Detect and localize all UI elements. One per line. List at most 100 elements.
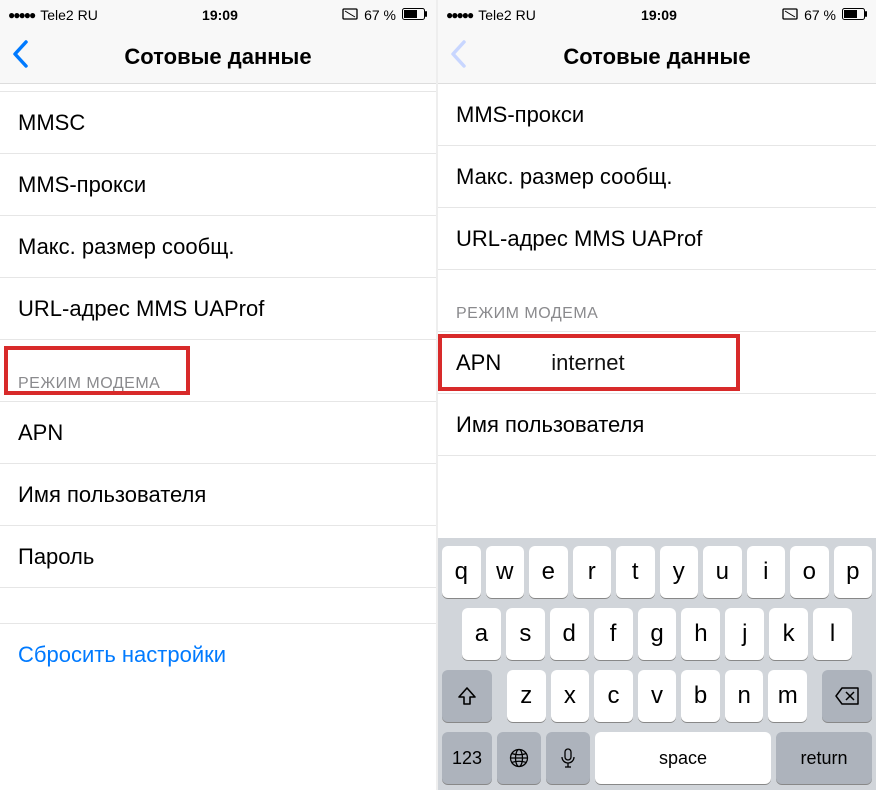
key-u[interactable]: u bbox=[703, 546, 742, 598]
key-shift[interactable] bbox=[442, 670, 492, 722]
key-p[interactable]: p bbox=[834, 546, 873, 598]
key-l[interactable]: l bbox=[813, 608, 852, 660]
key-d[interactable]: d bbox=[550, 608, 589, 660]
phone-right: ●●●●● Tele2 RU 19:09 67 % Сотовые данные… bbox=[438, 0, 876, 790]
key-k[interactable]: k bbox=[769, 608, 808, 660]
key-g[interactable]: g bbox=[638, 608, 677, 660]
key-mic[interactable] bbox=[546, 732, 590, 784]
nav-bar: Сотовые данные bbox=[0, 30, 436, 84]
carrier-label: Tele2 RU bbox=[478, 7, 536, 23]
key-h[interactable]: h bbox=[681, 608, 720, 660]
back-button[interactable] bbox=[6, 40, 34, 74]
status-right: 67 % bbox=[342, 7, 428, 24]
key-return[interactable]: return bbox=[776, 732, 872, 784]
kb-row-1: qwertyuiop bbox=[442, 546, 872, 598]
rotation-lock-icon bbox=[342, 7, 358, 24]
key-a[interactable]: a bbox=[462, 608, 501, 660]
label-apn: APN bbox=[456, 350, 501, 376]
section-header-modem: РЕЖИМ МОДЕМА bbox=[0, 340, 436, 402]
key-z[interactable]: z bbox=[507, 670, 546, 722]
settings-list: MMSC MMS-прокси Макс. размер сообщ. URL-… bbox=[0, 84, 436, 790]
key-b[interactable]: b bbox=[681, 670, 720, 722]
status-bar: ●●●●● Tele2 RU 19:09 67 % bbox=[438, 0, 876, 30]
kb-row-4: 123 space return bbox=[442, 732, 872, 784]
status-right: 67 % bbox=[782, 7, 868, 24]
key-o[interactable]: o bbox=[790, 546, 829, 598]
page-title: Сотовые данные bbox=[124, 44, 311, 70]
battery-icon bbox=[402, 7, 428, 23]
key-w[interactable]: w bbox=[486, 546, 525, 598]
section-header-text: РЕЖИМ МОДЕМА bbox=[18, 375, 160, 393]
rotation-lock-icon bbox=[782, 7, 798, 24]
label-ua-prof: URL-адрес MMS UAProf bbox=[18, 296, 264, 322]
key-globe[interactable] bbox=[497, 732, 541, 784]
battery-percent: 67 % bbox=[804, 7, 836, 23]
label-max-size: Макс. размер сообщ. bbox=[18, 234, 234, 260]
signal-icon: ●●●●● bbox=[8, 8, 34, 22]
status-time: 19:09 bbox=[641, 7, 677, 23]
reset-button[interactable]: Сбросить настройки bbox=[0, 624, 436, 686]
row-apn[interactable]: APN bbox=[0, 402, 436, 464]
key-123-label: 123 bbox=[452, 748, 482, 769]
key-space[interactable]: space bbox=[595, 732, 771, 784]
row-max-size[interactable]: Макс. размер сообщ. bbox=[438, 146, 876, 208]
row-username[interactable]: Имя пользователя bbox=[0, 464, 436, 526]
row-apn[interactable]: APN internet bbox=[438, 332, 876, 394]
battery-percent: 67 % bbox=[364, 7, 396, 23]
key-e[interactable]: e bbox=[529, 546, 568, 598]
label-mmsc: MMSC bbox=[18, 110, 85, 136]
section-header-text: РЕЖИМ МОДЕМА bbox=[456, 305, 598, 323]
battery-icon bbox=[842, 7, 868, 23]
settings-list: MMS-прокси Макс. размер сообщ. URL-адрес… bbox=[438, 84, 876, 538]
key-c[interactable]: c bbox=[594, 670, 633, 722]
section-header-modem: РЕЖИМ МОДЕМА bbox=[438, 270, 876, 332]
key-t[interactable]: t bbox=[616, 546, 655, 598]
row-max-size[interactable]: Макс. размер сообщ. bbox=[0, 216, 436, 278]
key-space-label: space bbox=[659, 748, 707, 769]
key-return-label: return bbox=[800, 748, 847, 769]
keyboard: qwertyuiop asdfghjkl zxcvbnm 123 space r… bbox=[438, 538, 876, 790]
label-mms-proxy: MMS-прокси bbox=[18, 172, 146, 198]
kb-row-3: zxcvbnm bbox=[442, 670, 872, 722]
key-f[interactable]: f bbox=[594, 608, 633, 660]
key-delete[interactable] bbox=[822, 670, 872, 722]
row-ua-prof[interactable]: URL-адрес MMS UAProf bbox=[0, 278, 436, 340]
kb-row-2: asdfghjkl bbox=[442, 608, 872, 660]
row-password[interactable]: Пароль bbox=[0, 526, 436, 588]
row-mms-proxy[interactable]: MMS-прокси bbox=[438, 84, 876, 146]
key-m[interactable]: m bbox=[768, 670, 807, 722]
back-button[interactable] bbox=[444, 40, 472, 74]
label-username: Имя пользователя bbox=[18, 482, 206, 508]
label-ua-prof: URL-адрес MMS UAProf bbox=[456, 226, 702, 252]
key-v[interactable]: v bbox=[638, 670, 677, 722]
label-apn: APN bbox=[18, 420, 63, 446]
label-password: Пароль bbox=[18, 544, 94, 570]
row-mms-proxy[interactable]: MMS-прокси bbox=[0, 154, 436, 216]
spacer bbox=[0, 588, 436, 624]
carrier-label: Tele2 RU bbox=[40, 7, 98, 23]
row-username[interactable]: Имя пользователя bbox=[438, 394, 876, 456]
key-q[interactable]: q bbox=[442, 546, 481, 598]
key-s[interactable]: s bbox=[506, 608, 545, 660]
page-title: Сотовые данные bbox=[563, 44, 750, 70]
key-n[interactable]: n bbox=[725, 670, 764, 722]
label-username: Имя пользователя bbox=[456, 412, 644, 438]
status-left: ●●●●● Tele2 RU bbox=[8, 7, 98, 23]
key-123[interactable]: 123 bbox=[442, 732, 492, 784]
key-j[interactable]: j bbox=[725, 608, 764, 660]
row-mmsc[interactable]: MMSC bbox=[0, 92, 436, 154]
key-r[interactable]: r bbox=[573, 546, 612, 598]
status-left: ●●●●● Tele2 RU bbox=[446, 7, 536, 23]
label-mms-proxy: MMS-прокси bbox=[456, 102, 584, 128]
row-ua-prof[interactable]: URL-адрес MMS UAProf bbox=[438, 208, 876, 270]
phone-left: ●●●●● Tele2 RU 19:09 67 % Сотовые данные… bbox=[0, 0, 438, 790]
nav-bar: Сотовые данные bbox=[438, 30, 876, 84]
status-time: 19:09 bbox=[202, 7, 238, 23]
label-max-size: Макс. размер сообщ. bbox=[456, 164, 672, 190]
key-x[interactable]: x bbox=[551, 670, 590, 722]
apn-value-input[interactable]: internet bbox=[551, 350, 624, 376]
reset-label: Сбросить настройки bbox=[18, 642, 226, 667]
key-y[interactable]: y bbox=[660, 546, 699, 598]
status-bar: ●●●●● Tele2 RU 19:09 67 % bbox=[0, 0, 436, 30]
key-i[interactable]: i bbox=[747, 546, 786, 598]
